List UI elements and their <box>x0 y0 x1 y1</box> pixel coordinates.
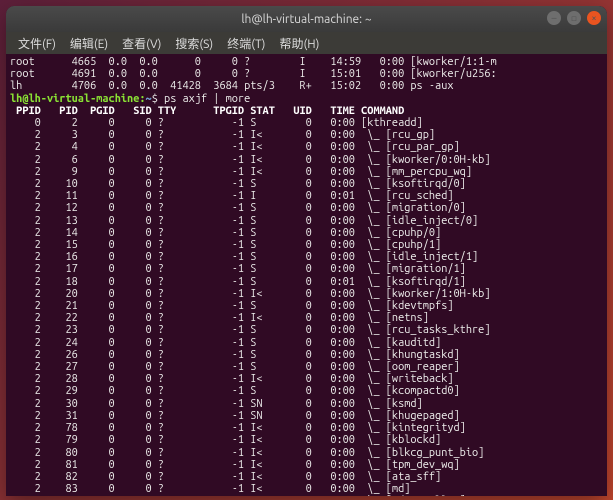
terminal-line: 2 12 0 0 ? -1 S 0 0:00 \_ [migration/0] <box>10 202 603 214</box>
maximize-icon: ◻ <box>571 13 576 24</box>
terminal-line: 2 84 0 0 ? -1 I< 0 0:00 \_ [edac-poller] <box>10 495 603 496</box>
terminal-line: 2 26 0 0 ? -1 S 0 0:00 \_ [khungtaskd] <box>10 349 603 361</box>
titlebar[interactable]: lh@lh-virtual-machine: ~ — ◻ × <box>6 6 607 32</box>
terminal-line: root 4665 0.0 0.0 0 0 ? I 14:59 0:00 [kw… <box>10 56 603 68</box>
terminal-line: lh 4706 0.0 0.0 41428 3684 pts/3 R+ 15:0… <box>10 80 603 92</box>
menu-edit[interactable]: 编辑(E) <box>64 33 114 54</box>
terminal-line: 2 14 0 0 ? -1 S 0 0:00 \_ [cpuhp/0] <box>10 227 603 239</box>
terminal-line: 2 82 0 0 ? -1 I< 0 0:00 \_ [ata_sff] <box>10 471 603 483</box>
terminal-line: 2 31 0 0 ? -1 SN 0 0:00 \_ [khugepaged] <box>10 410 603 422</box>
terminal-line: 2 83 0 0 ? -1 I< 0 0:00 \_ [md] <box>10 483 603 495</box>
menu-file[interactable]: 文件(F) <box>12 33 62 54</box>
terminal-line: 2 3 0 0 ? -1 I< 0 0:00 \_ [rcu_gp] <box>10 129 603 141</box>
window-title: lh@lh-virtual-machine: ~ <box>241 13 371 26</box>
terminal-body[interactable]: root 4665 0.0 0.0 0 0 ? I 14:59 0:00 [kw… <box>6 54 607 496</box>
terminal-line: 2 22 0 0 ? -1 I< 0 0:00 \_ [netns] <box>10 312 603 324</box>
terminal-line: 2 30 0 0 ? -1 SN 0 0:00 \_ [ksmd] <box>10 398 603 410</box>
prompt-symbol: $ <box>152 93 164 105</box>
terminal-line: 2 78 0 0 ? -1 I< 0 0:00 \_ [kintegrityd] <box>10 422 603 434</box>
close-icon: × <box>591 13 596 23</box>
terminal-window: lh@lh-virtual-machine: ~ — ◻ × 文件(F) 编辑(… <box>6 6 607 496</box>
terminal-line: 2 29 0 0 ? -1 S 0 0:00 \_ [kcompactd0] <box>10 385 603 397</box>
terminal-line: 0 2 0 0 ? -1 S 0 0:00 [kthreadd] <box>10 117 603 129</box>
terminal-line: 2 80 0 0 ? -1 I< 0 0:00 \_ [blkcg_punt_b… <box>10 447 603 459</box>
terminal-line: PPID PID PGID SID TTY TPGID STAT UID TIM… <box>10 105 603 117</box>
terminal-line: 2 9 0 0 ? -1 I< 0 0:00 \_ [mm_percpu_wq] <box>10 166 603 178</box>
terminal-line: 2 20 0 0 ? -1 I< 0 0:00 \_ [kworker/1:0H… <box>10 288 603 300</box>
terminal-line: 2 6 0 0 ? -1 I< 0 0:00 \_ [kworker/0:0H-… <box>10 154 603 166</box>
menubar: 文件(F) 编辑(E) 查看(V) 搜索(S) 终端(T) 帮助(H) <box>6 32 607 54</box>
terminal-line: 2 16 0 0 ? -1 S 0 0:00 \_ [idle_inject/1… <box>10 251 603 263</box>
menu-terminal[interactable]: 终端(T) <box>221 33 271 54</box>
terminal-line: 2 17 0 0 ? -1 S 0 0:00 \_ [migration/1] <box>10 263 603 275</box>
terminal-line: 2 23 0 0 ? -1 S 0 0:00 \_ [rcu_tasks_kth… <box>10 324 603 336</box>
prompt-userhost: lh@lh-virtual-machine: <box>10 93 146 105</box>
minimize-icon: — <box>551 13 556 23</box>
menu-view[interactable]: 查看(V) <box>116 33 167 54</box>
terminal-line: 2 79 0 0 ? -1 I< 0 0:00 \_ [kblockd] <box>10 434 603 446</box>
terminal-line: 2 81 0 0 ? -1 I< 0 0:00 \_ [tpm_dev_wq] <box>10 459 603 471</box>
terminal-line: 2 4 0 0 ? -1 I< 0 0:00 \_ [rcu_par_gp] <box>10 141 603 153</box>
menu-help[interactable]: 帮助(H) <box>273 33 325 54</box>
terminal-line: 2 28 0 0 ? -1 I< 0 0:00 \_ [writeback] <box>10 373 603 385</box>
menu-search[interactable]: 搜索(S) <box>169 33 219 54</box>
terminal-line: 2 21 0 0 ? -1 S 0 0:00 \_ [kdevtmpfs] <box>10 300 603 312</box>
maximize-button[interactable]: ◻ <box>567 11 581 25</box>
terminal-line: 2 18 0 0 ? -1 S 0 0:01 \_ [ksoftirqd/1] <box>10 276 603 288</box>
terminal-line: 2 13 0 0 ? -1 S 0 0:00 \_ [idle_inject/0… <box>10 215 603 227</box>
terminal-line: lh@lh-virtual-machine:~$ ps axjf | more <box>10 93 603 105</box>
terminal-line: 2 15 0 0 ? -1 S 0 0:00 \_ [cpuhp/1] <box>10 239 603 251</box>
terminal-line: 2 10 0 0 ? -1 S 0 0:00 \_ [ksoftirqd/0] <box>10 178 603 190</box>
window-controls: — ◻ × <box>547 11 601 25</box>
terminal-line: 2 24 0 0 ? -1 S 0 0:00 \_ [kauditd] <box>10 337 603 349</box>
terminal-line: root 4691 0.0 0.0 0 0 ? I 15:01 0:00 [kw… <box>10 68 603 80</box>
terminal-line: 2 27 0 0 ? -1 S 0 0:00 \_ [oom_reaper] <box>10 361 603 373</box>
minimize-button[interactable]: — <box>547 11 561 25</box>
close-button[interactable]: × <box>587 11 601 25</box>
terminal-line: 2 11 0 0 ? -1 I 0 0:01 \_ [rcu_sched] <box>10 190 603 202</box>
prompt-command: ps axjf | more <box>164 93 250 105</box>
